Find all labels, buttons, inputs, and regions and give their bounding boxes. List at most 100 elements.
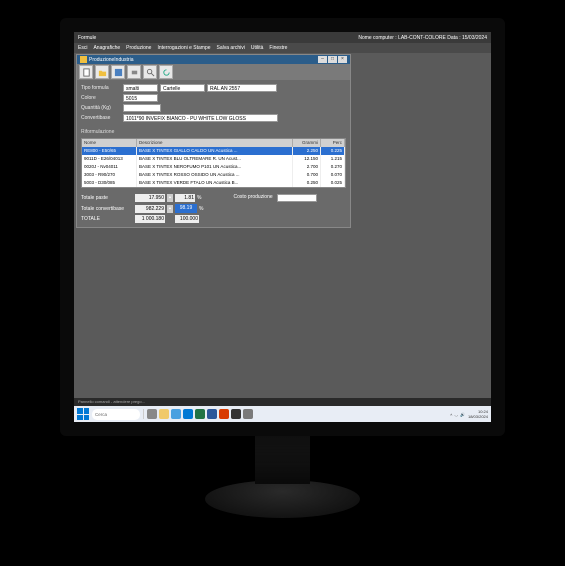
monitor-frame: Formule Nome computer : LAB-CONT-COLORE … bbox=[60, 18, 505, 436]
taskbar-clock[interactable]: 10:24 18/03/2024 bbox=[468, 409, 488, 419]
menu-utilita[interactable]: Utilità bbox=[251, 45, 264, 51]
app-title: Formule bbox=[78, 35, 96, 41]
desktop-screen: Formule Nome computer : LAB-CONT-COLORE … bbox=[74, 32, 491, 422]
cell-qty: 2.700 bbox=[293, 163, 321, 171]
cell-qty: 12.150 bbox=[293, 155, 321, 163]
table-header: Nome Descrizione Grammi Perc bbox=[82, 139, 345, 147]
quantita-label: Quantità (Kg) bbox=[81, 105, 121, 111]
pct-unit-2: % bbox=[199, 206, 203, 212]
menu-salva[interactable]: Salva archivi bbox=[217, 45, 245, 51]
tipo-formula-label: Tipo formula bbox=[81, 85, 121, 91]
taskbar-app2-icon[interactable] bbox=[231, 409, 241, 419]
table-row[interactable]: 0020J - Nv04011BASE X TINTEX NEROFUMO P1… bbox=[82, 163, 345, 171]
menu-interrogazioni[interactable]: Interrogazioni e Stampe bbox=[157, 45, 210, 51]
tray-volume-icon[interactable]: 🔊 bbox=[460, 412, 465, 417]
app-status-right: Nome computer : LAB-CONT-COLORE Data : 1… bbox=[358, 35, 487, 41]
taskbar-excel-icon[interactable] bbox=[195, 409, 205, 419]
totale-paste-value: 17.950 bbox=[135, 194, 165, 202]
totale-convertibase-label: Totale convertibase bbox=[81, 206, 133, 212]
cell-pct: 0.225 bbox=[321, 147, 345, 155]
taskbar-edge-icon[interactable] bbox=[171, 409, 181, 419]
cell-qty: 0.250 bbox=[293, 179, 321, 187]
taskbar-explorer-icon[interactable] bbox=[159, 409, 169, 419]
totale-unit: 100.000 bbox=[175, 215, 199, 223]
tray-wifi-icon[interactable]: ◡ bbox=[454, 412, 458, 417]
child-titlebar[interactable]: ProduzioneIndustria ‒ □ × bbox=[77, 55, 350, 64]
convertibase-input[interactable]: 1011*90 INVEFIX BIANCO - PU WHITE LOW GL… bbox=[123, 114, 278, 122]
tray-chevron-icon[interactable]: ˄ bbox=[450, 412, 452, 417]
window-icon bbox=[80, 56, 87, 63]
toolbar-refresh-icon[interactable] bbox=[159, 65, 173, 79]
cell-pct: 0.270 bbox=[321, 163, 345, 171]
taskbar-app1-icon[interactable] bbox=[219, 409, 229, 419]
app-menubar: Esci Anagrafiche Produzione Interrogazio… bbox=[74, 43, 491, 53]
minimize-button[interactable]: ‒ bbox=[318, 56, 327, 63]
header-name[interactable]: Nome bbox=[82, 139, 137, 147]
quantita-input[interactable] bbox=[123, 104, 161, 112]
toolbar-save-icon[interactable] bbox=[111, 65, 125, 79]
tipo-formula-input3[interactable]: RAL AN 2557 bbox=[207, 84, 277, 92]
cell-pct: 0.070 bbox=[321, 171, 345, 179]
cell-desc: BASE X TINTEX VERDE FTALO UN Acustica B.… bbox=[137, 179, 293, 187]
header-desc[interactable]: Descrizione bbox=[137, 139, 293, 147]
close-button[interactable]: × bbox=[338, 56, 347, 63]
section-riformulazione: Riformulazione bbox=[77, 128, 350, 136]
table-row[interactable]: 9011D - E26/04013BASE X TINTEX BLU OLTRE… bbox=[82, 155, 345, 163]
totale-convertibase-pct[interactable]: 98.19 bbox=[175, 204, 197, 213]
table-row[interactable]: RE800 - E50/65BASE X TINTEX GIALLO CALDO… bbox=[82, 147, 345, 155]
menu-anagrafiche[interactable]: Anagrafiche bbox=[93, 45, 120, 51]
toolbar-open-icon[interactable] bbox=[95, 65, 109, 79]
costo-produzione-label: Costo produzione bbox=[233, 194, 272, 200]
taskbar-word-icon[interactable] bbox=[207, 409, 217, 419]
child-title: ProduzioneIndustria bbox=[89, 57, 133, 63]
table-row[interactable]: 3003 - R90/270BASE X TINTEX ROSSO OSSIDO… bbox=[82, 171, 345, 179]
toolbar-search-icon[interactable] bbox=[143, 65, 157, 79]
paste-stepper[interactable]: ▴ bbox=[167, 194, 173, 202]
cell-name: 5003 - D30/085 bbox=[82, 179, 137, 187]
header-qty[interactable]: Grammi bbox=[293, 139, 321, 147]
formula-table: Nome Descrizione Grammi Perc RE800 - E50… bbox=[81, 138, 346, 188]
cell-qty: 0.700 bbox=[293, 171, 321, 179]
taskbar-search[interactable]: Cerca bbox=[92, 409, 140, 420]
table-row[interactable]: 5003 - D30/085BASE X TINTEX VERDE FTALO … bbox=[82, 179, 345, 187]
menu-esci[interactable]: Esci bbox=[78, 45, 87, 51]
tipo-formula-input2[interactable]: Cartelle bbox=[160, 84, 205, 92]
cell-desc: BASE X TINTEX NEROFUMO P101 UN Acustica.… bbox=[137, 163, 293, 171]
totale-paste-pct: 1.81 bbox=[175, 194, 195, 202]
menu-produzione[interactable]: Produzione bbox=[126, 45, 151, 51]
totale-convertibase-value: 982.229 bbox=[135, 205, 165, 213]
child-window: ProduzioneIndustria ‒ □ × Tipo formula bbox=[76, 54, 351, 228]
cell-desc: BASE X TINTEX BLU OLTREMARE R. UN Acust.… bbox=[137, 155, 293, 163]
cell-name: 3003 - R90/270 bbox=[82, 171, 137, 179]
totale-value: 1 000.180 bbox=[135, 215, 165, 223]
costo-produzione-input[interactable] bbox=[277, 194, 317, 202]
child-toolbar bbox=[77, 64, 350, 80]
maximize-button[interactable]: □ bbox=[328, 56, 337, 63]
totale-label: TOTALE bbox=[81, 216, 133, 222]
form-area: Tipo formula smalti Cartelle RAL AN 2557… bbox=[77, 80, 350, 128]
totale-paste-label: Totale paste bbox=[81, 195, 133, 201]
pct-unit-1: % bbox=[197, 195, 201, 201]
colore-label: Colore bbox=[81, 95, 121, 101]
cell-desc: BASE X TINTEX GIALLO CALDO UN Acustica .… bbox=[137, 147, 293, 155]
start-button[interactable] bbox=[77, 408, 89, 420]
cell-name: 9011D - E26/04013 bbox=[82, 155, 137, 163]
desktop-statusbar: Pannello comandi - attendere prego... bbox=[74, 398, 491, 406]
convertibase-stepper[interactable]: ▴ bbox=[167, 205, 173, 213]
cell-pct: 1.215 bbox=[321, 155, 345, 163]
taskbar-mail-icon[interactable] bbox=[183, 409, 193, 419]
taskbar-app3-icon[interactable] bbox=[243, 409, 253, 419]
menu-finestre[interactable]: Finestre bbox=[269, 45, 287, 51]
cell-qty: 2.250 bbox=[293, 147, 321, 155]
cell-pct: 0.025 bbox=[321, 179, 345, 187]
clock-date: 18/03/2024 bbox=[468, 414, 488, 419]
taskbar-task-view-icon[interactable] bbox=[147, 409, 157, 419]
colore-input[interactable]: 5015 bbox=[123, 94, 158, 102]
header-pct[interactable]: Perc bbox=[321, 139, 345, 147]
system-tray[interactable]: ˄ ◡ 🔊 bbox=[450, 412, 465, 417]
cell-desc: BASE X TINTEX ROSSO OSSIDO UN Acustica .… bbox=[137, 171, 293, 179]
toolbar-print-icon[interactable] bbox=[127, 65, 141, 79]
totals-area: Totale paste 17.950 ▴ 1.81 % Totale conv… bbox=[77, 190, 350, 227]
tipo-formula-input1[interactable]: smalti bbox=[123, 84, 158, 92]
toolbar-new-icon[interactable] bbox=[79, 65, 93, 79]
